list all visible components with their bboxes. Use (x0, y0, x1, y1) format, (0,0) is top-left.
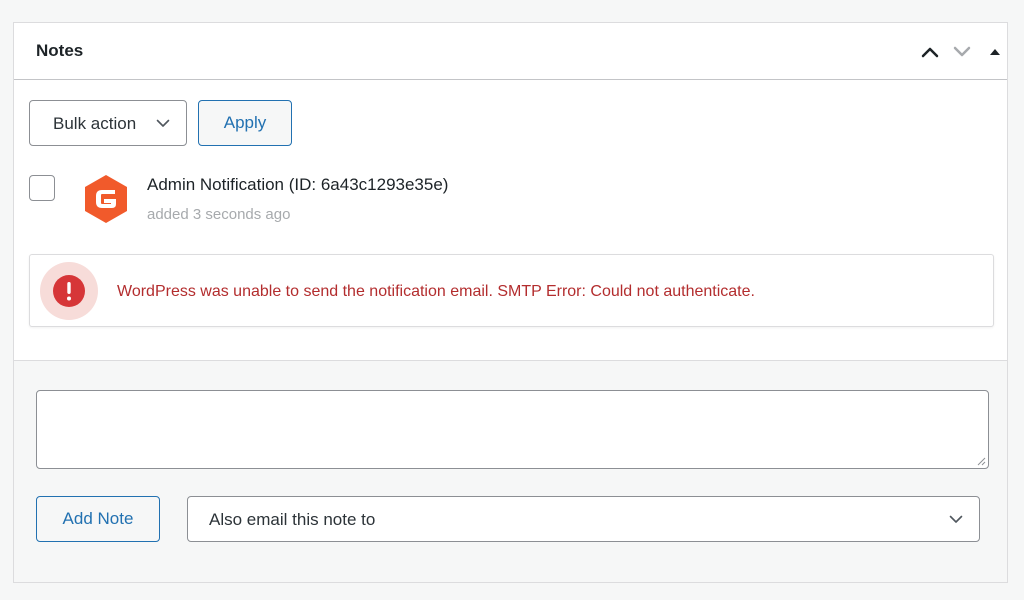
panel-title: Notes (36, 41, 84, 60)
resize-grip-icon[interactable] (977, 457, 986, 466)
email-note-label: Also email this note to (209, 510, 376, 529)
triangle-up-icon (990, 49, 1000, 55)
note-checkbox[interactable] (29, 175, 55, 201)
note-title: Admin Notification (ID: 6a43c1293e35e) (147, 175, 449, 194)
chevron-down-icon (156, 119, 170, 127)
note-composer: Add Note Also email this note to (14, 361, 1007, 582)
chevron-up-icon (921, 47, 939, 58)
chevron-down-icon (953, 46, 971, 57)
error-message: WordPress was unable to send the notific… (117, 283, 755, 300)
move-down-button[interactable] (949, 39, 975, 65)
bulk-action-select[interactable]: Bulk action (29, 100, 187, 146)
add-note-button[interactable]: Add Note (36, 496, 160, 542)
exclamation-icon (53, 275, 85, 307)
error-icon-badge (40, 262, 98, 320)
chevron-down-icon (949, 515, 963, 523)
gravity-forms-logo-icon (82, 173, 130, 225)
panel-header: Notes (14, 23, 1007, 80)
notes-panel: Notes Bulk action Apply Admin Notificati… (13, 22, 1008, 583)
note-timestamp: added 3 seconds ago (147, 206, 291, 223)
move-up-button[interactable] (917, 39, 943, 65)
error-notice: WordPress was unable to send the notific… (29, 254, 994, 327)
toggle-panel-button[interactable] (982, 39, 1007, 65)
note-textarea[interactable] (36, 390, 989, 469)
email-note-select[interactable]: Also email this note to (187, 496, 980, 542)
apply-button[interactable]: Apply (198, 100, 292, 146)
bulk-action-label: Bulk action (53, 114, 137, 133)
